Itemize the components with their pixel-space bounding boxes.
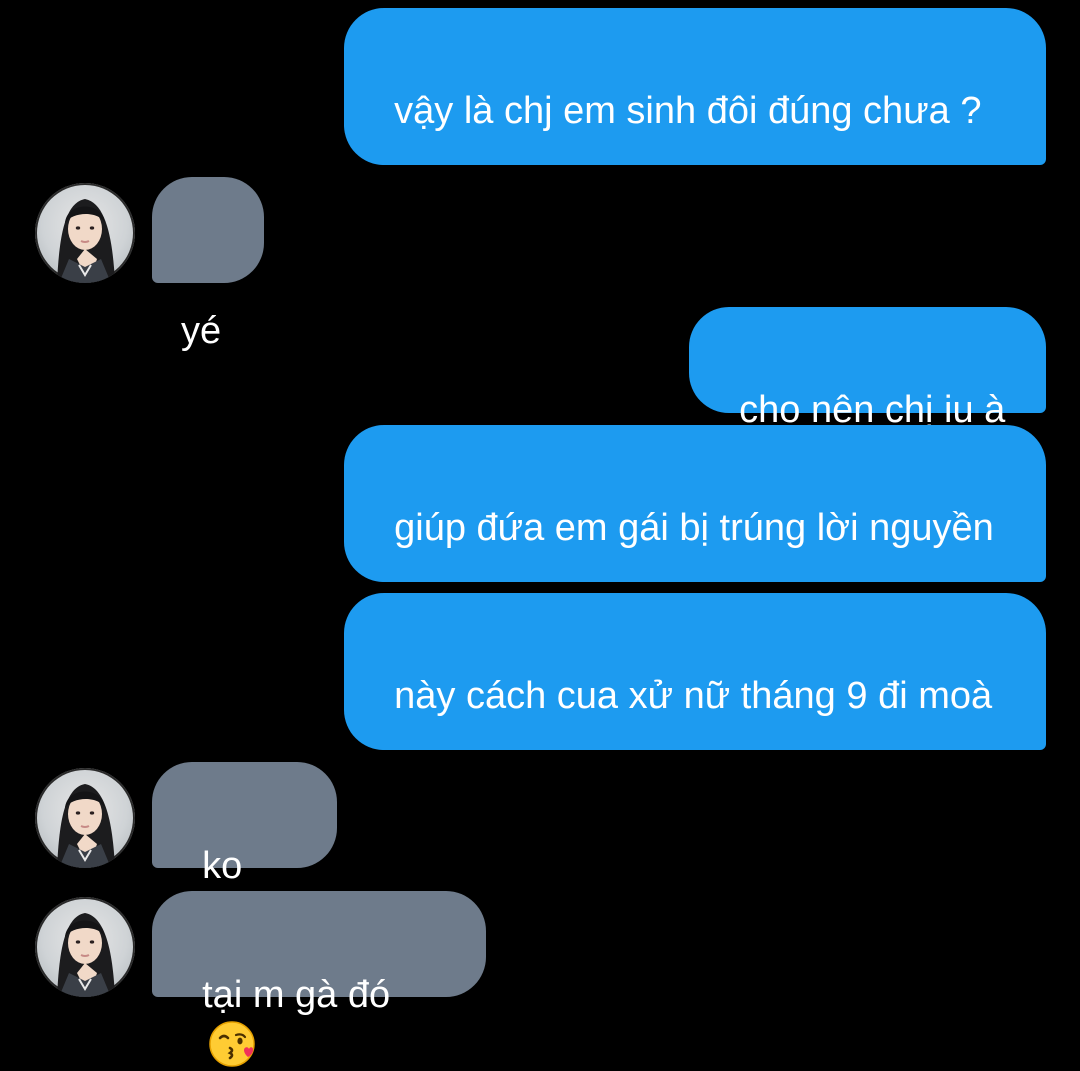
message-text: yé bbox=[181, 310, 222, 352]
avatar-photo-icon bbox=[57, 199, 115, 283]
message-bubble-received[interactable]: ko em bbox=[152, 762, 337, 937]
message-text: này cách cua xử nữ tháng 9 đi moà bbox=[394, 675, 993, 717]
avatar-photo-icon bbox=[57, 784, 115, 868]
message-bubble-sent[interactable]: cho nên chị iu à bbox=[689, 307, 1046, 431]
contact-avatar[interactable] bbox=[35, 768, 135, 868]
message-bubble-sent[interactable]: vậy là chj em sinh đôi đúng chưa ? bbox=[344, 8, 1046, 165]
message-bubble-sent[interactable]: này cách cua xử nữ tháng 9 đi moà bbox=[344, 593, 1046, 750]
message-bubble-received[interactable]: tại m gà đó bbox=[152, 891, 486, 1067]
message-text: vậy là chj em sinh đôi đúng chưa ? bbox=[394, 90, 982, 132]
message-text: tại m gà đó bbox=[202, 974, 391, 1016]
face-blowing-a-kiss-icon bbox=[209, 1021, 255, 1067]
message-bubble-sent[interactable]: giúp đứa em gái bị trúng lời nguyền bbox=[344, 425, 1046, 582]
contact-avatar[interactable] bbox=[35, 897, 135, 997]
message-bubble-received[interactable]: yé bbox=[152, 177, 264, 352]
contact-avatar[interactable] bbox=[35, 183, 135, 283]
message-text: giúp đứa em gái bị trúng lời nguyền bbox=[394, 507, 994, 549]
avatar-photo-icon bbox=[57, 913, 115, 997]
